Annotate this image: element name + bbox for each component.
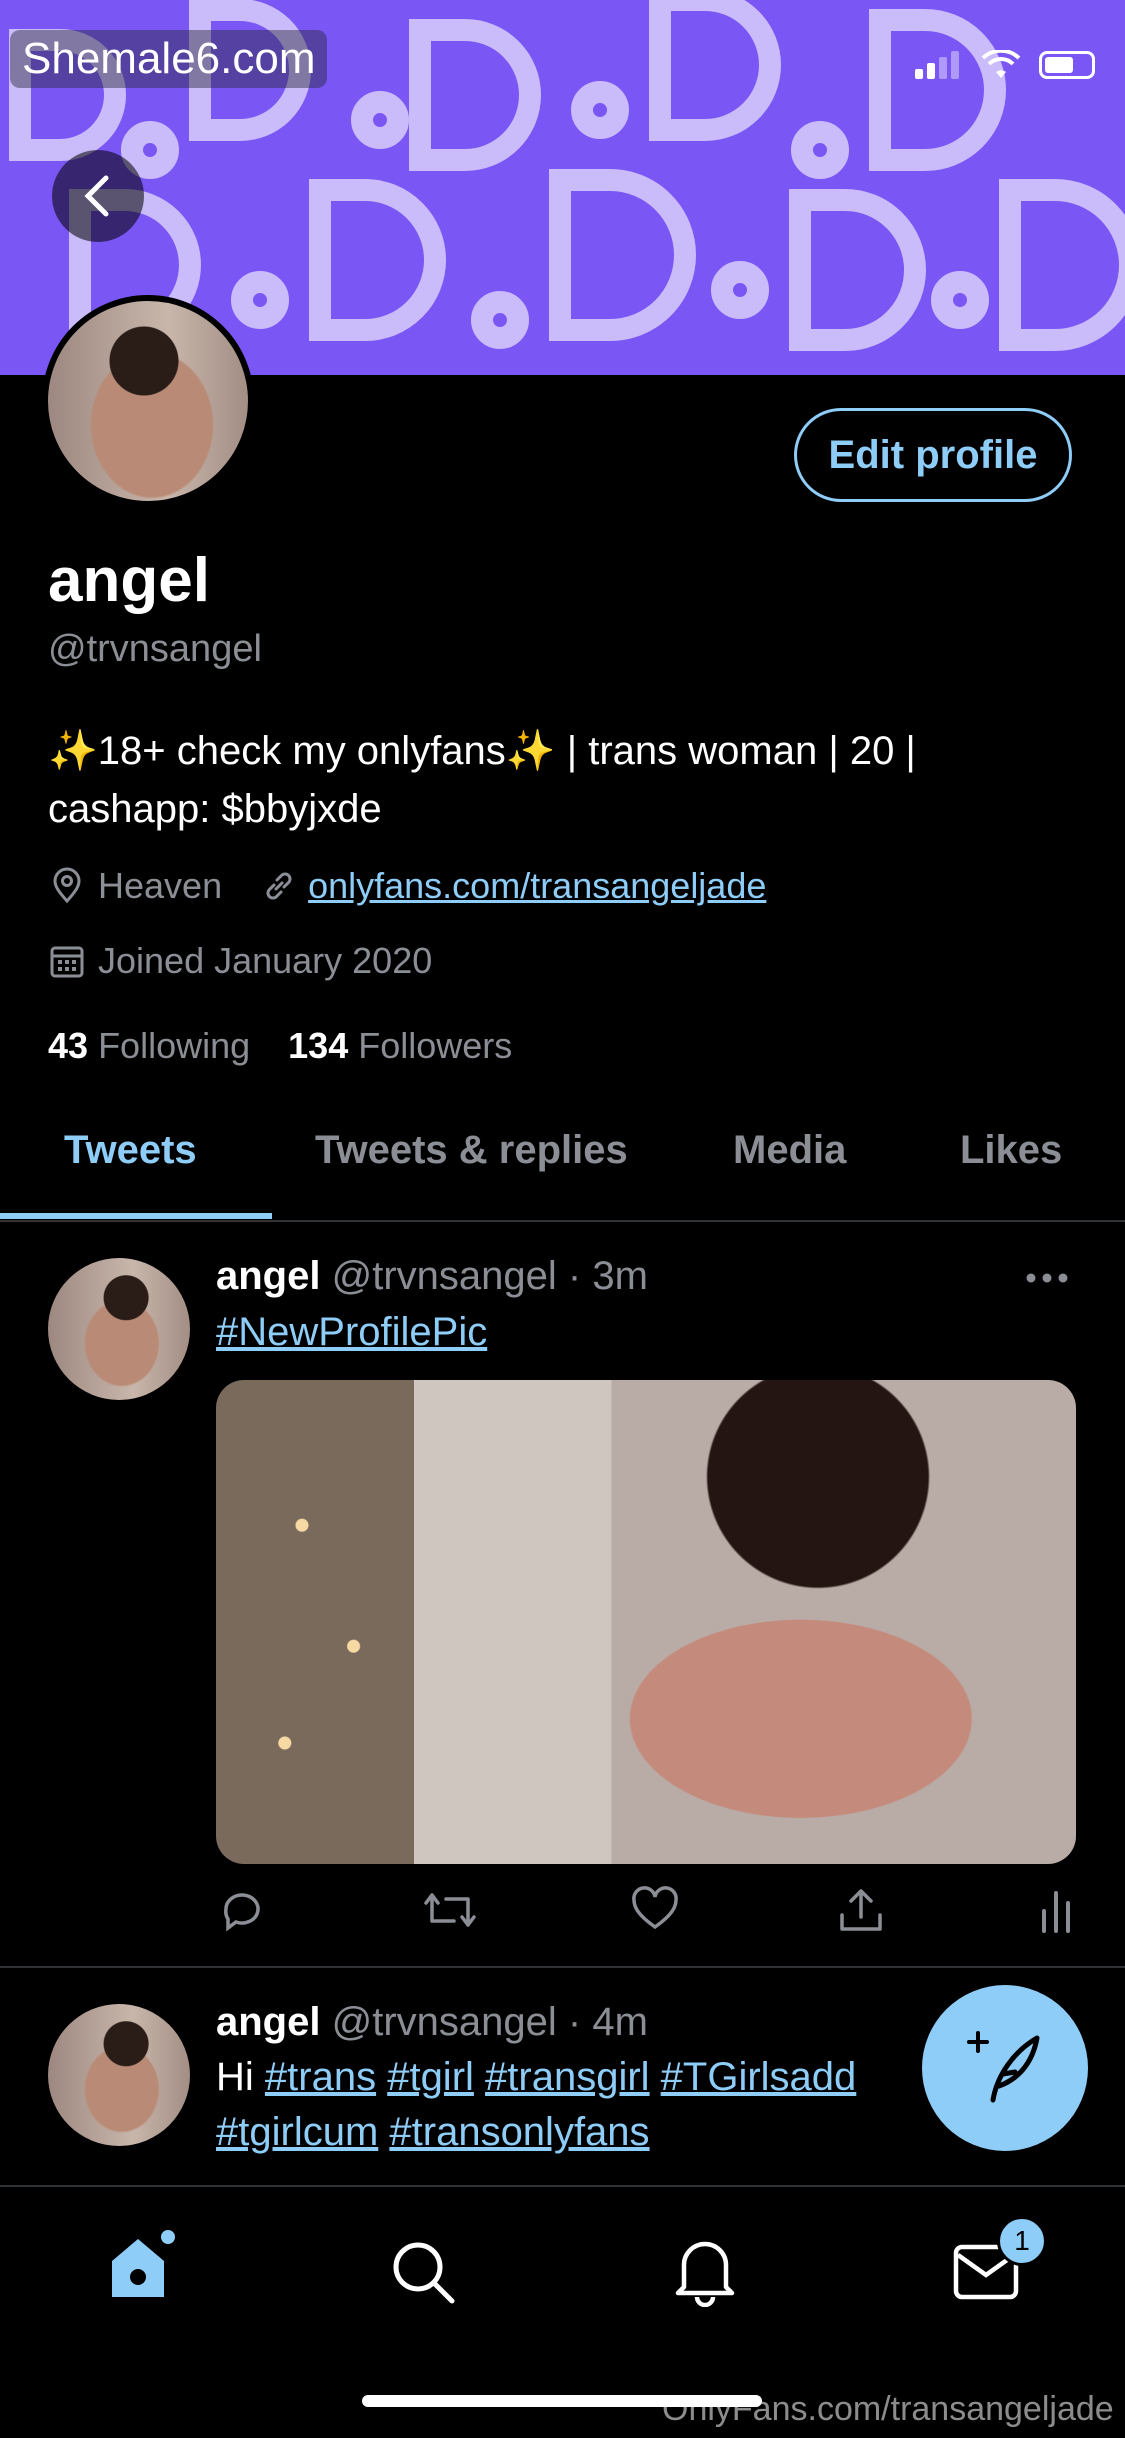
watermark-top: Shemale6.com bbox=[10, 30, 328, 88]
tab-media[interactable]: Media bbox=[733, 1128, 846, 1173]
location-pin-icon bbox=[53, 867, 81, 904]
tweet-author-handle: @trvnsangel bbox=[331, 2000, 557, 2044]
tweet-hashtag[interactable]: #transonlyfans bbox=[389, 2110, 649, 2154]
tweet-divider bbox=[0, 1966, 1125, 1968]
back-button[interactable] bbox=[52, 150, 144, 242]
tweet-time: 3m bbox=[592, 1254, 648, 1298]
tweet-text: Hi bbox=[216, 2055, 254, 2099]
link-icon bbox=[266, 872, 292, 900]
calendar-icon bbox=[50, 946, 84, 978]
tweet-author-name[interactable]: angel bbox=[216, 1254, 320, 1298]
profile-location: Heaven bbox=[98, 865, 223, 906]
bell-icon[interactable] bbox=[672, 2235, 738, 2307]
tweet-avatar[interactable] bbox=[48, 1258, 190, 1400]
tweet-text-line-2: #tgirlcum #transonlyfans bbox=[216, 2110, 650, 2155]
tweet-hashtag[interactable]: #NewProfilePic bbox=[216, 1310, 487, 1355]
analytics-icon[interactable] bbox=[1036, 1885, 1076, 1935]
reply-icon[interactable] bbox=[216, 1885, 266, 1935]
following-count: 43 bbox=[48, 1025, 89, 1066]
tab-tweets-replies[interactable]: Tweets & replies bbox=[315, 1128, 628, 1173]
follow-counts: 43 Following 134 Followers bbox=[48, 1025, 512, 1067]
profile-tabs: Tweets Tweets & replies Media Likes bbox=[0, 1098, 1125, 1222]
battery-icon bbox=[1039, 51, 1095, 79]
joined-row: Joined January 2020 bbox=[48, 940, 432, 982]
share-icon[interactable] bbox=[836, 1885, 886, 1935]
followers-label: Followers bbox=[358, 1025, 513, 1066]
edit-profile-button[interactable]: Edit profile bbox=[794, 408, 1072, 502]
tweet-hashtag[interactable]: #transgirl bbox=[485, 2055, 650, 2099]
following-link[interactable]: 43 Following bbox=[48, 1025, 250, 1066]
messages-badge: 1 bbox=[997, 2216, 1047, 2266]
tweet-avatar[interactable] bbox=[48, 2004, 190, 2146]
display-name: angel bbox=[48, 546, 210, 615]
tab-likes[interactable]: Likes bbox=[960, 1128, 1062, 1173]
tweet-separator: · bbox=[567, 1254, 582, 1298]
tab-tweets[interactable]: Tweets bbox=[64, 1128, 197, 1173]
tweet-header: angel @trvnsangel · 3m bbox=[216, 1254, 648, 1299]
tweet-hashtag[interactable]: #trans bbox=[265, 2055, 376, 2099]
signal-icon bbox=[915, 51, 963, 79]
home-icon[interactable] bbox=[106, 2227, 178, 2303]
tweet-separator: · bbox=[567, 2000, 582, 2044]
status-bar-icons bbox=[915, 50, 1095, 80]
profile-link[interactable]: onlyfans.com/transangeljade bbox=[308, 865, 766, 907]
tweet-text-line-1: Hi #trans #tgirl #transgirl #TGirlsadd bbox=[216, 2055, 996, 2100]
followers-count: 134 bbox=[288, 1025, 349, 1066]
profile-handle: @trvnsangel bbox=[48, 628, 262, 670]
tweet-action-bar bbox=[216, 1885, 1076, 1945]
tweet-header: angel @trvnsangel · 4m bbox=[216, 2000, 648, 2045]
back-arrow-icon bbox=[84, 175, 109, 217]
like-icon[interactable] bbox=[630, 1885, 680, 1935]
retweet-icon[interactable] bbox=[422, 1885, 478, 1935]
tweet-hashtag[interactable]: #TGirlsadd bbox=[661, 2055, 857, 2099]
tweet-image[interactable] bbox=[216, 1380, 1076, 1864]
wifi-icon bbox=[981, 50, 1021, 78]
search-icon[interactable] bbox=[390, 2239, 456, 2305]
profile-meta-row: Heaven onlyfans.com/transangeljade bbox=[48, 865, 766, 907]
joined-date: Joined January 2020 bbox=[98, 940, 433, 981]
following-label: Following bbox=[98, 1025, 251, 1066]
tweet-author-name[interactable]: angel bbox=[216, 2000, 320, 2044]
profile-avatar[interactable] bbox=[42, 295, 254, 507]
followers-link[interactable]: 134 Followers bbox=[288, 1025, 512, 1066]
profile-bio: ✨18+ check my onlyfans✨ | trans woman | … bbox=[48, 729, 916, 831]
tweet-author-handle: @trvnsangel bbox=[331, 1254, 557, 1298]
tweet-hashtag[interactable]: #tgirl bbox=[387, 2055, 474, 2099]
compose-feather-icon bbox=[967, 2031, 1040, 2103]
more-icon[interactable] bbox=[1025, 1268, 1069, 1288]
tweet-time: 4m bbox=[592, 2000, 648, 2044]
active-tab-indicator bbox=[0, 1213, 272, 1219]
watermark-bottom: OnlyFans.com/transangeljade bbox=[662, 2390, 1114, 2428]
tweet-hashtag[interactable]: #tgirlcum bbox=[216, 2110, 378, 2154]
compose-tweet-button[interactable] bbox=[922, 1985, 1088, 2151]
